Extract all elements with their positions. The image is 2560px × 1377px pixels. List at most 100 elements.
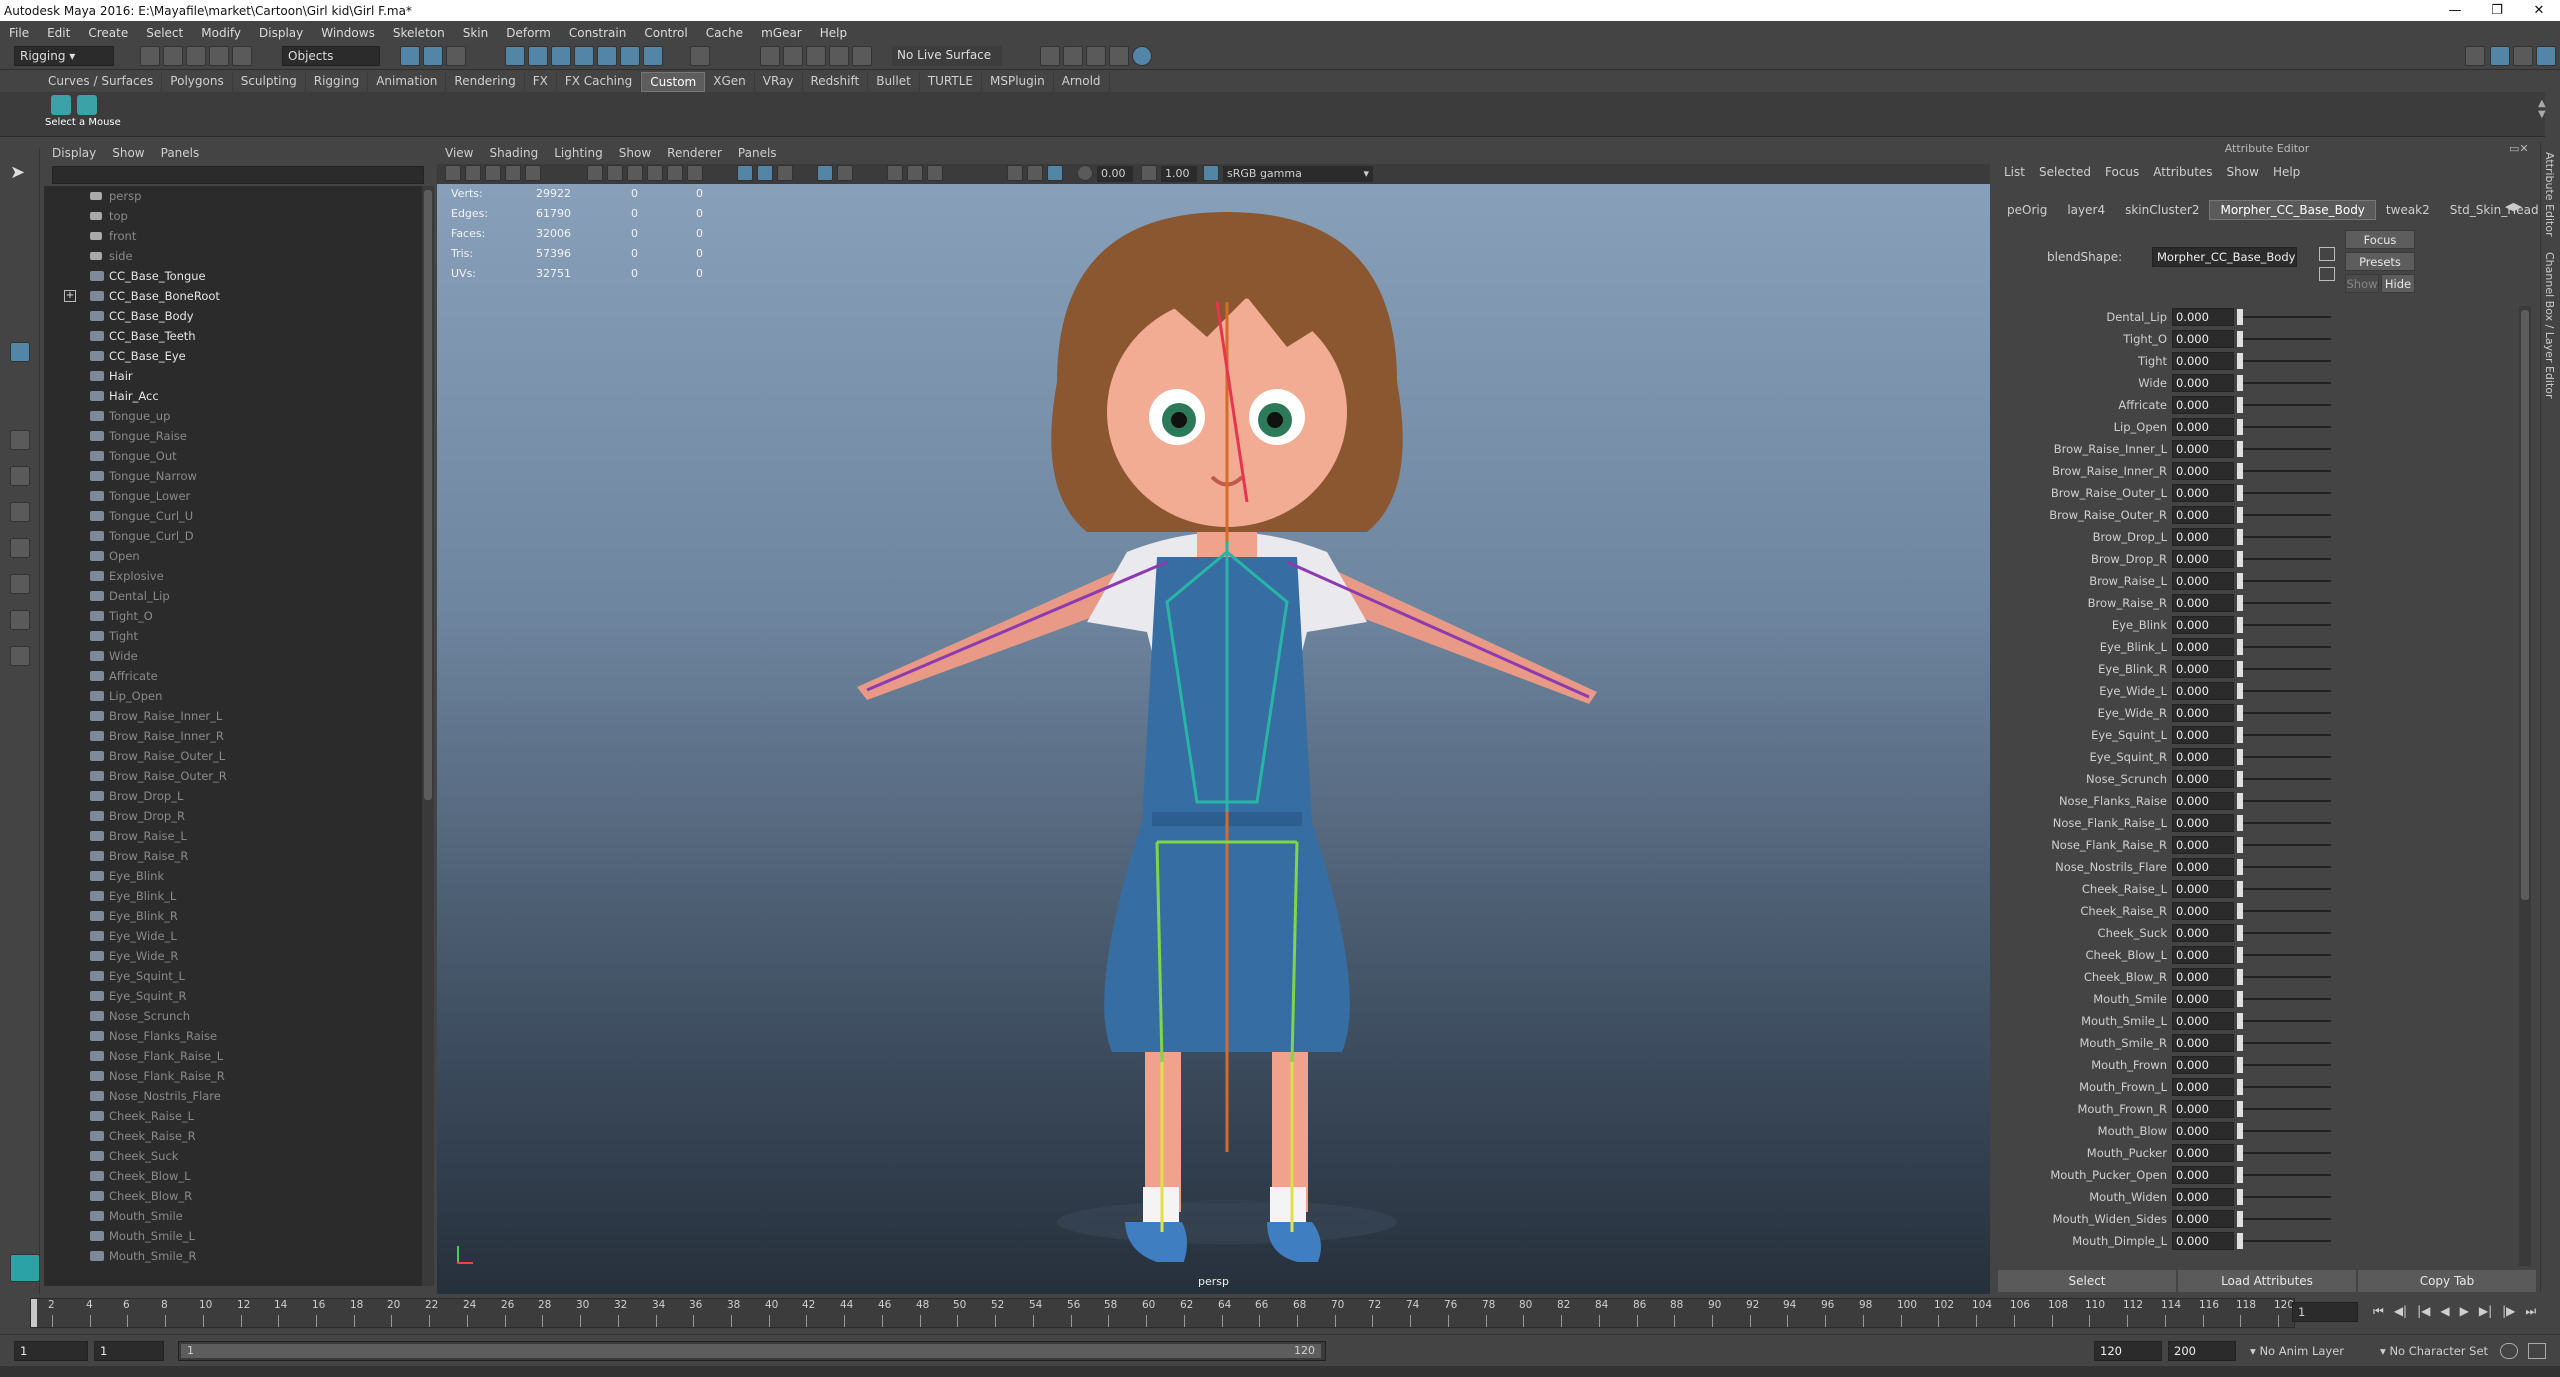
attribute-value-field[interactable]: 0.000 (2172, 946, 2234, 964)
shelf-tab-redshift[interactable]: Redshift (803, 72, 869, 92)
camera-attributes-icon[interactable] (465, 165, 481, 181)
attribute-value-field[interactable]: 0.000 (2172, 990, 2234, 1008)
tab-attribute-editor[interactable]: Attribute Editor (2543, 152, 2556, 237)
outliner-item[interactable]: Cheek_Suck (44, 1146, 422, 1166)
attribute-slider-track[interactable] (2239, 448, 2331, 450)
gamma-field[interactable]: 1.00 (1161, 166, 1197, 182)
attribute-value-field[interactable]: 0.000 (2172, 418, 2234, 436)
attribute-value-field[interactable]: 0.000 (2172, 924, 2234, 942)
attribute-slider-track[interactable] (2239, 1020, 2331, 1022)
attribute-slider-track[interactable] (2239, 426, 2331, 428)
snap-together-icon[interactable] (829, 46, 849, 66)
outliner-item[interactable]: side (44, 246, 422, 266)
attribute-value-field[interactable]: 0.000 (2172, 572, 2234, 590)
attribute-slider-track[interactable] (2239, 316, 2331, 318)
menu-deform[interactable]: Deform (497, 26, 560, 40)
four-view-layout-icon[interactable] (10, 466, 30, 486)
attribute-slider-track[interactable] (2239, 1108, 2331, 1110)
attribute-slider-handle[interactable] (2237, 1013, 2243, 1029)
toggle-tool-settings-icon[interactable] (2536, 46, 2556, 66)
menu-windows[interactable]: Windows (312, 26, 384, 40)
ae-menu-focus[interactable]: Focus (2098, 165, 2146, 179)
outliner-item[interactable]: Cheek_Raise_L (44, 1106, 422, 1126)
attribute-slider-handle[interactable] (2237, 969, 2243, 985)
attribute-slider-handle[interactable] (2237, 309, 2243, 325)
render-view-icon[interactable] (1040, 46, 1060, 66)
outliner-item[interactable]: Affricate (44, 666, 422, 686)
attribute-slider-handle[interactable] (2237, 397, 2243, 413)
outliner-item[interactable]: persp (44, 186, 422, 206)
attribute-slider-handle[interactable] (2237, 529, 2243, 545)
scene-start-field[interactable]: 1 (14, 1341, 88, 1361)
menu-mgear[interactable]: mGear (752, 26, 811, 40)
shelf-tab-turtle[interactable]: TURTLE (920, 72, 982, 92)
play-backward-icon[interactable]: ◀ (2435, 1304, 2454, 1318)
outliner-item[interactable]: CC_Base_Body (44, 306, 422, 326)
menuset-dropdown[interactable]: Rigging ▾ (14, 46, 114, 66)
attribute-slider-handle[interactable] (2237, 353, 2243, 369)
lasso-tool-icon[interactable] (10, 198, 30, 218)
attribute-slider-track[interactable] (2239, 712, 2331, 714)
attribute-slider-handle[interactable] (2237, 551, 2243, 567)
outliner-item[interactable]: Cheek_Blow_R (44, 1186, 422, 1206)
attribute-slider-track[interactable] (2239, 646, 2331, 648)
attribute-slider-track[interactable] (2239, 976, 2331, 978)
attribute-value-field[interactable]: 0.000 (2172, 1166, 2234, 1184)
attribute-slider-handle[interactable] (2237, 595, 2243, 611)
attribute-value-field[interactable]: 0.000 (2172, 550, 2234, 568)
smooth-shade-icon[interactable] (757, 165, 773, 181)
viewport-menu-renderer[interactable]: Renderer (659, 146, 730, 160)
select-component-icon[interactable] (446, 46, 466, 66)
attribute-value-field[interactable]: 0.000 (2172, 1056, 2234, 1074)
outliner-scroll-thumb[interactable] (424, 190, 432, 800)
attribute-slider-track[interactable] (2239, 690, 2331, 692)
attribute-slider-handle[interactable] (2237, 815, 2243, 831)
attribute-slider-handle[interactable] (2237, 375, 2243, 391)
expand-icon[interactable]: + (64, 290, 76, 302)
outliner-item[interactable]: Tight_O (44, 606, 422, 626)
snap-vertex-icon[interactable] (643, 46, 663, 66)
attribute-value-field[interactable]: 0.000 (2172, 462, 2234, 480)
outliner-item[interactable]: Open (44, 546, 422, 566)
play-forward-icon[interactable]: ▶ (2455, 1304, 2474, 1318)
viewport-menu-lighting[interactable]: Lighting (546, 146, 611, 160)
show-button[interactable]: Show (2345, 274, 2379, 293)
move-tool-icon[interactable] (10, 270, 30, 290)
field-chart-icon[interactable] (667, 165, 683, 181)
attribute-slider-track[interactable] (2239, 382, 2331, 384)
outliner-item[interactable]: Nose_Scrunch (44, 1006, 422, 1026)
anim-layer-dropdown[interactable]: ▾ No Anim Layer (2250, 1344, 2344, 1358)
outliner-item[interactable]: Mouth_Smile_R (44, 1246, 422, 1266)
outliner-item[interactable]: CC_Base_Tongue (44, 266, 422, 286)
ae-tab-peorig[interactable]: peOrig (1997, 203, 2057, 217)
safe-action-icon[interactable] (687, 165, 703, 181)
attribute-slider-track[interactable] (2239, 514, 2331, 516)
outliner-item[interactable]: Nose_Flank_Raise_L (44, 1046, 422, 1066)
render-icon[interactable] (1063, 46, 1083, 66)
exposure-icon[interactable] (1077, 165, 1093, 181)
attribute-slider-handle[interactable] (2237, 881, 2243, 897)
outliner-menu-panels[interactable]: Panels (153, 146, 208, 160)
wireframe-icon[interactable] (737, 165, 753, 181)
attribute-slider-handle[interactable] (2237, 1167, 2243, 1183)
attribute-slider-handle[interactable] (2237, 947, 2243, 963)
shelf-tab-xgen[interactable]: XGen (705, 72, 755, 92)
attribute-slider-track[interactable] (2239, 998, 2331, 1000)
anim-start-field[interactable]: 1 (94, 1341, 164, 1361)
scene-end-field[interactable]: 200 (2168, 1341, 2236, 1361)
maximize-icon[interactable]: ❐ (2476, 3, 2518, 18)
ae-menu-show[interactable]: Show (2220, 165, 2266, 179)
hypergraph-layout-icon[interactable] (10, 610, 30, 630)
attribute-value-field[interactable]: 0.000 (2172, 352, 2234, 370)
viewport-menu-show[interactable]: Show (611, 146, 659, 160)
current-time-marker[interactable] (31, 1299, 37, 1327)
attribute-slider-track[interactable] (2239, 580, 2331, 582)
bookmark-icon[interactable] (485, 165, 501, 181)
ae-menu-help[interactable]: Help (2266, 165, 2307, 179)
snap-view-icon[interactable] (574, 46, 594, 66)
attribute-slider-track[interactable] (2239, 778, 2331, 780)
attribute-value-field[interactable]: 0.000 (2172, 308, 2234, 326)
attribute-value-field[interactable]: 0.000 (2172, 858, 2234, 876)
outliner-menu-display[interactable]: Display (44, 146, 104, 160)
outliner-item[interactable]: front (44, 226, 422, 246)
